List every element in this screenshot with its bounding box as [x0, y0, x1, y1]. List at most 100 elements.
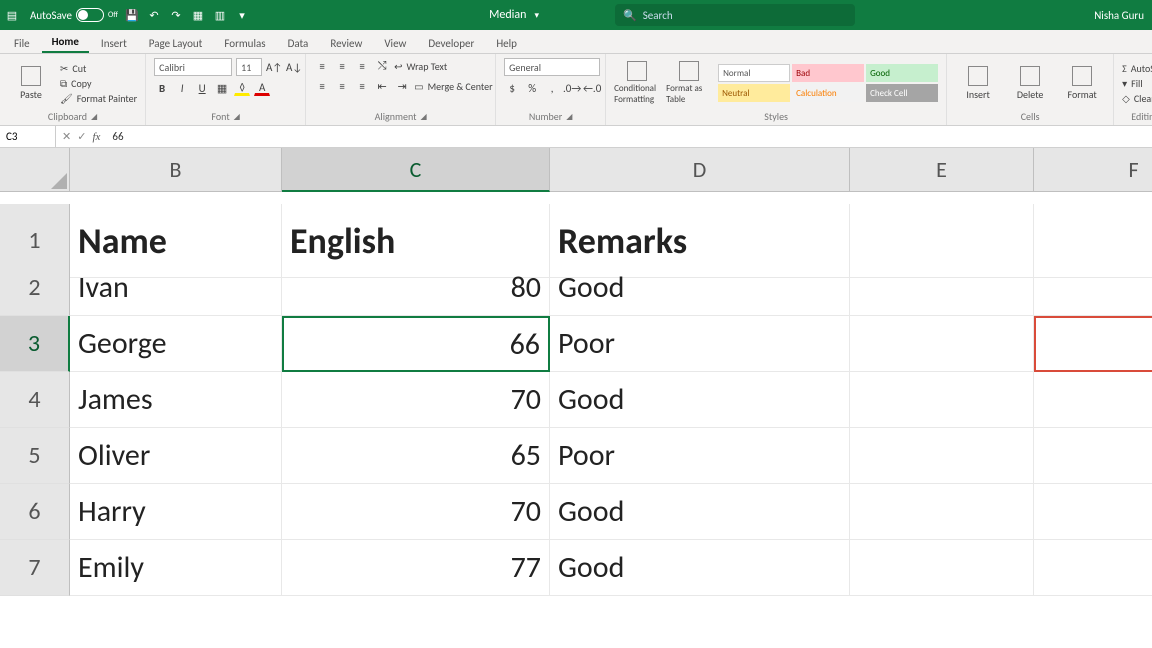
worksheet-grid[interactable]: B C D E F 1 Name English Remarks 2 Ivan …	[0, 148, 1152, 596]
cell-F4[interactable]: 70	[1034, 372, 1152, 428]
font-color-button[interactable]: A	[254, 80, 270, 96]
name-box[interactable]: C3	[0, 126, 56, 147]
cell-B6[interactable]: Harry	[70, 484, 282, 540]
align-bottom-icon[interactable]: ≡	[354, 58, 370, 74]
cell-E4[interactable]	[850, 372, 1034, 428]
copy-button[interactable]: ⧉Copy	[60, 77, 137, 90]
tab-home[interactable]: Home	[42, 31, 89, 53]
col-header-F[interactable]: F	[1034, 148, 1152, 192]
cell-D3[interactable]: Poor	[550, 316, 850, 372]
redo-icon[interactable]: ↷	[168, 7, 184, 23]
document-name[interactable]: Median	[489, 8, 526, 22]
cell-F3[interactable]: 66	[1034, 316, 1152, 372]
wrap-text-button[interactable]: ↩Wrap Text	[394, 60, 447, 73]
enter-icon[interactable]: ✓	[77, 130, 86, 143]
style-check-cell[interactable]: Check Cell	[866, 84, 938, 102]
row-header-2[interactable]: 2	[0, 260, 70, 316]
cell-D7[interactable]: Good	[550, 540, 850, 596]
cell-F2[interactable]: 80	[1034, 260, 1152, 316]
chevron-down-icon[interactable]: ▾	[534, 10, 539, 21]
decrease-font-icon[interactable]: A↓	[286, 59, 302, 75]
underline-button[interactable]: U	[194, 80, 210, 96]
cell-C3[interactable]: 66	[282, 316, 550, 372]
currency-icon[interactable]: $	[504, 80, 520, 96]
font-name-combo[interactable]: Calibri	[154, 58, 232, 76]
increase-decimal-icon[interactable]: .0→	[564, 80, 580, 96]
align-middle-icon[interactable]: ≡	[334, 58, 350, 74]
col-header-D[interactable]: D	[550, 148, 850, 192]
format-cells-button[interactable]: Format	[1059, 66, 1105, 101]
tab-help[interactable]: Help	[486, 33, 527, 53]
delete-cells-button[interactable]: Delete	[1007, 66, 1053, 101]
align-left-icon[interactable]: ≡	[314, 78, 330, 94]
fill-color-button[interactable]: ◊	[234, 80, 250, 96]
align-center-icon[interactable]: ≡	[334, 78, 350, 94]
increase-font-icon[interactable]: A↑	[266, 59, 282, 75]
cell-F5[interactable]: 65	[1034, 428, 1152, 484]
dialog-launcher-icon[interactable]: ◢	[91, 112, 97, 122]
cell-B3[interactable]: George	[70, 316, 282, 372]
percent-icon[interactable]: %	[524, 80, 540, 96]
merge-center-button[interactable]: ▭Merge & Center	[414, 80, 492, 93]
style-calculation[interactable]: Calculation	[792, 84, 864, 102]
dialog-launcher-icon[interactable]: ◢	[234, 112, 240, 122]
dialog-launcher-icon[interactable]: ◢	[566, 112, 572, 122]
tab-data[interactable]: Data	[278, 33, 319, 53]
align-top-icon[interactable]: ≡	[314, 58, 330, 74]
tab-review[interactable]: Review	[320, 33, 372, 53]
cell-C5[interactable]: 65	[282, 428, 550, 484]
cut-button[interactable]: ✂Cut	[60, 62, 137, 75]
cell-B4[interactable]: James	[70, 372, 282, 428]
autosum-button[interactable]: ΣAutoSum	[1122, 62, 1152, 75]
row-header-4[interactable]: 4	[0, 372, 70, 428]
format-painter-button[interactable]: 🖌Format Painter	[60, 92, 137, 105]
undo-icon[interactable]: ↶	[146, 7, 162, 23]
tab-insert[interactable]: Insert	[91, 33, 137, 53]
cancel-icon[interactable]: ✕	[62, 130, 71, 143]
insert-cells-button[interactable]: Insert	[955, 66, 1001, 101]
cell-D4[interactable]: Good	[550, 372, 850, 428]
font-size-combo[interactable]: 11	[236, 58, 262, 76]
style-good[interactable]: Good	[866, 64, 938, 82]
dialog-launcher-icon[interactable]: ◢	[420, 112, 426, 122]
number-format-combo[interactable]: General	[504, 58, 600, 76]
fx-icon[interactable]: fx	[92, 131, 100, 143]
decrease-decimal-icon[interactable]: ←.0	[584, 80, 600, 96]
cell-B5[interactable]: Oliver	[70, 428, 282, 484]
style-bad[interactable]: Bad	[792, 64, 864, 82]
style-neutral[interactable]: Neutral	[718, 84, 790, 102]
cell-F7[interactable]: 77	[1034, 540, 1152, 596]
italic-button[interactable]: I	[174, 80, 190, 96]
cell-B2[interactable]: Ivan	[70, 260, 282, 316]
autosave-toggle[interactable]: AutoSave Off	[30, 8, 118, 22]
col-header-E[interactable]: E	[850, 148, 1034, 192]
align-right-icon[interactable]: ≡	[354, 78, 370, 94]
user-name[interactable]: Nisha Guru	[1094, 9, 1152, 22]
indent-dec-icon[interactable]: ⇤	[374, 78, 390, 94]
cell-E5[interactable]	[850, 428, 1034, 484]
tab-view[interactable]: View	[374, 33, 416, 53]
row-header-7[interactable]: 7	[0, 540, 70, 596]
tab-page-layout[interactable]: Page Layout	[139, 33, 213, 53]
row-header-5[interactable]: 5	[0, 428, 70, 484]
border-button[interactable]: ▦	[214, 80, 230, 96]
search-box[interactable]: 🔍 Search	[615, 4, 855, 26]
cell-E7[interactable]	[850, 540, 1034, 596]
bold-button[interactable]: B	[154, 80, 170, 96]
orientation-icon[interactable]: ⤭	[374, 58, 390, 74]
clear-button[interactable]: ◇Clear	[1122, 92, 1152, 105]
row-header-6[interactable]: 6	[0, 484, 70, 540]
cell-E3[interactable]	[850, 316, 1034, 372]
cell-styles-gallery[interactable]: Normal Bad Good Neutral Calculation Chec…	[718, 64, 938, 102]
tab-formulas[interactable]: Formulas	[214, 33, 275, 53]
row-header-3[interactable]: 3	[0, 316, 70, 372]
qat-icon[interactable]: ▾	[234, 7, 250, 23]
cell-D5[interactable]: Poor	[550, 428, 850, 484]
save-icon[interactable]: 💾	[124, 7, 140, 23]
fill-button[interactable]: ▾Fill	[1122, 77, 1152, 90]
cell-C4[interactable]: 70	[282, 372, 550, 428]
cell-C2[interactable]: 80	[282, 260, 550, 316]
format-as-table-button[interactable]: Format as Table	[666, 61, 712, 105]
select-all-corner[interactable]	[0, 148, 70, 192]
qat-icon[interactable]: ▦	[190, 7, 206, 23]
